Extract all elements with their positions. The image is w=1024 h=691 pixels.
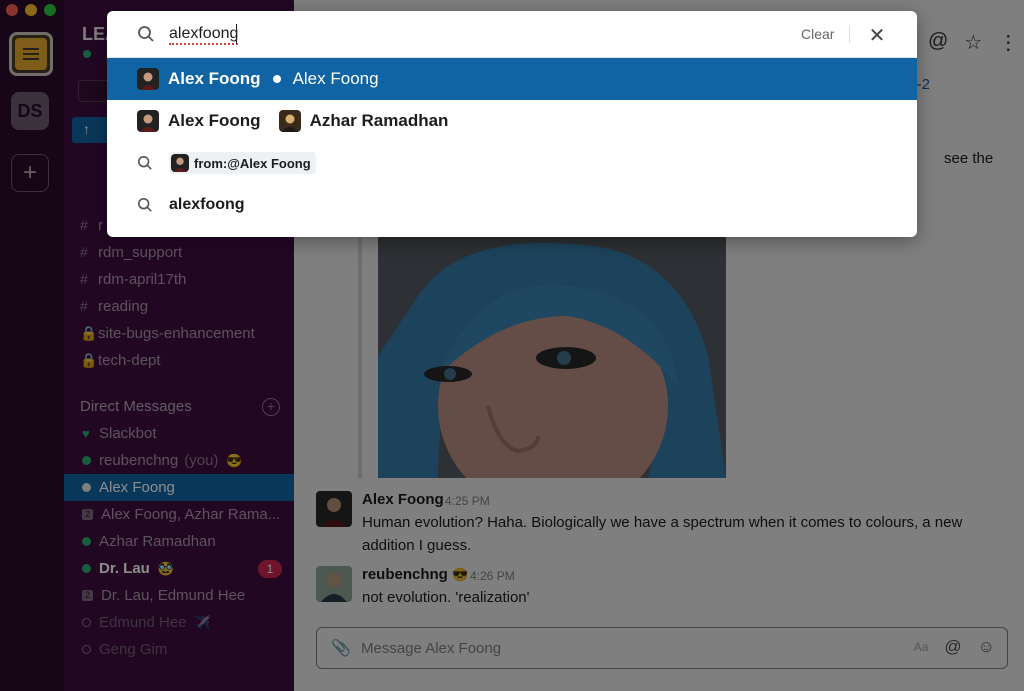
chip-label: from:@Alex Foong	[194, 155, 311, 171]
avatar	[137, 110, 159, 132]
result-secondary-label: Alex Foong	[292, 69, 379, 88]
clear-button[interactable]: Clear	[801, 26, 834, 42]
search-result-item[interactable]: Alex Foong Azhar Ramadhan	[107, 100, 917, 142]
avatar	[137, 68, 159, 90]
divider	[849, 25, 850, 43]
result-primary-label: Alex Foong	[168, 111, 261, 130]
search-suggestion-from[interactable]: from:@Alex Foong	[107, 142, 917, 184]
close-icon[interactable]: ✕	[867, 23, 887, 48]
presence-dot	[272, 75, 281, 83]
search-suggestion-text[interactable]: alexfoong	[107, 184, 917, 226]
search-popup: alexfoong Clear ✕ Alex Foong Alex Foong …	[107, 11, 917, 237]
search-query[interactable]: alexfoong	[169, 25, 239, 45]
from-filter-chip[interactable]: from:@Alex Foong	[169, 152, 316, 174]
result-primary-label: Alex Foong	[168, 69, 261, 88]
search-icon	[137, 197, 152, 212]
search-icon	[138, 26, 154, 42]
text-caret	[236, 24, 237, 44]
suggestion-label: alexfoong	[169, 196, 245, 213]
avatar	[278, 110, 301, 132]
search-icon	[137, 155, 152, 170]
avatar	[171, 154, 189, 172]
search-input[interactable]: alexfoong Clear ✕	[107, 11, 917, 58]
search-result-item[interactable]: Alex Foong Alex Foong	[107, 58, 917, 100]
result-secondary-label: Azhar Ramadhan	[309, 111, 449, 130]
